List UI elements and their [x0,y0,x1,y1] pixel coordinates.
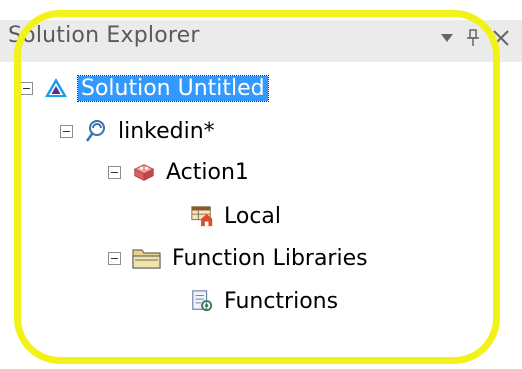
solution-explorer-panel: Solution Explorer Solution Untitled link… [0,0,522,369]
tree-node-function-library-file[interactable]: Functrions [190,285,338,317]
collapse-toggle[interactable] [108,251,121,265]
folder-icon [132,246,162,270]
tree-node-action[interactable]: Action1 [108,156,249,188]
tree-node-local[interactable]: Local [190,200,281,232]
function-library-icon [190,289,214,313]
collapse-toggle[interactable] [108,165,121,179]
solution-icon [44,76,68,100]
action-icon [132,160,156,184]
collapse-toggle[interactable] [20,81,33,95]
tree-label-local: Local [224,203,282,229]
local-datasheet-icon [190,204,214,228]
tree-label-action: Action1 [166,159,249,185]
tree-label-function-libraries: Function Libraries [172,245,368,271]
tree-label-test: linkedin* [118,118,215,144]
solution-tree: Solution Untitled linkedin* Action1 Loca… [0,0,522,369]
tree-node-solution[interactable]: Solution Untitled [20,72,269,104]
test-icon [84,119,108,143]
tree-node-function-libraries[interactable]: Function Libraries [108,242,368,274]
tree-label-function-library-file: Functrions [224,288,339,314]
tree-node-test[interactable]: linkedin* [60,115,215,147]
collapse-toggle[interactable] [60,124,73,138]
tree-label-solution: Solution Untitled [77,74,269,102]
